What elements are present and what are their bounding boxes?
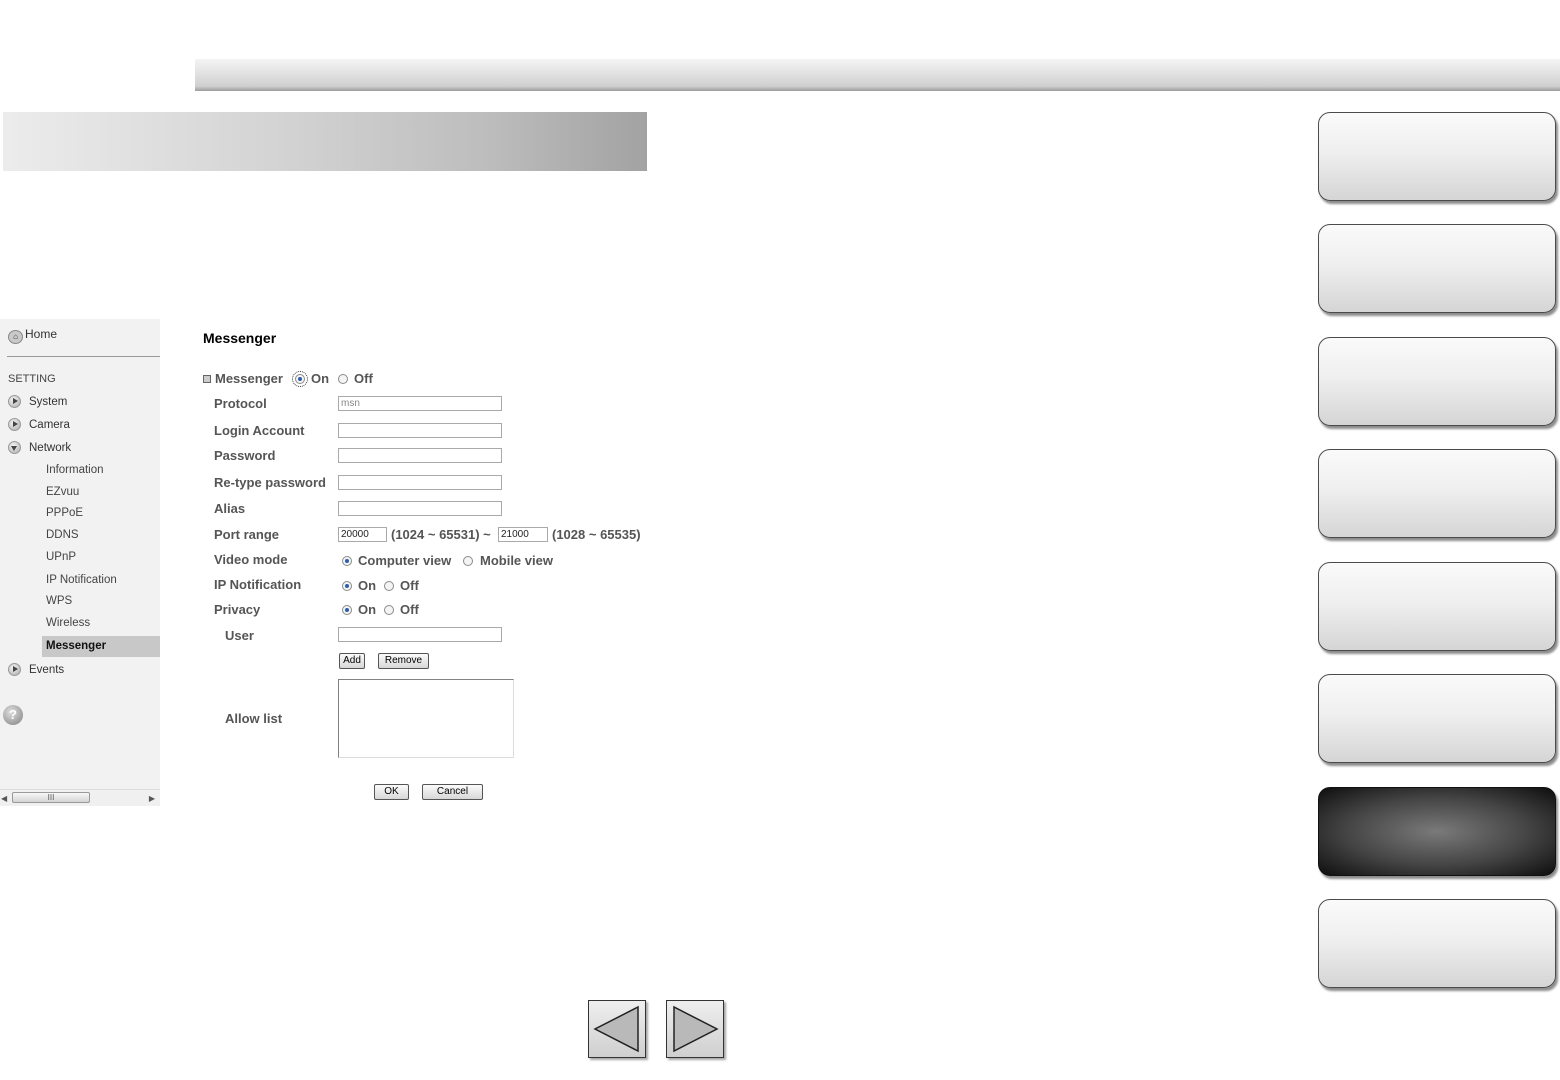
login-account-label: Login Account	[214, 423, 305, 438]
side-tab-5[interactable]	[1318, 562, 1556, 651]
protocol-field[interactable]: msn	[338, 396, 502, 411]
home-icon: ⌂	[8, 330, 23, 344]
nav-item-camera[interactable]: Camera	[8, 418, 70, 431]
nav-home-label: Home	[25, 327, 58, 341]
nav-item-label: Network	[29, 442, 72, 454]
port-to-range-hint: (1028 ~ 65535)	[552, 527, 641, 542]
ip-notification-on-label: On	[358, 578, 377, 593]
side-tab-4[interactable]	[1318, 449, 1556, 538]
video-mode-label: Video mode	[214, 552, 288, 567]
right-triangle-icon	[673, 1005, 719, 1053]
add-button[interactable]: Add	[339, 653, 365, 669]
nav-item-events[interactable]: Events	[8, 663, 64, 676]
expand-arrow-icon	[8, 395, 21, 408]
protocol-label: Protocol	[214, 396, 267, 411]
nav-sub-wireless[interactable]: Wireless	[42, 613, 160, 634]
alias-field[interactable]	[338, 501, 502, 516]
computer-view-radio[interactable]	[342, 556, 352, 566]
ok-button[interactable]: OK	[374, 784, 409, 800]
nav-item-system[interactable]: System	[8, 395, 67, 408]
settings-nav: ⌂ Home SETTING System Camera Network Info…	[0, 319, 160, 806]
scroll-right-icon[interactable]: ▶	[149, 794, 155, 803]
side-tab-3[interactable]	[1318, 337, 1556, 426]
side-tab-7-active[interactable]	[1318, 787, 1556, 876]
cancel-button[interactable]: Cancel	[422, 784, 483, 800]
expand-arrow-icon	[8, 418, 21, 431]
nav-divider	[7, 356, 160, 357]
remove-button[interactable]: Remove	[378, 653, 429, 669]
mobile-view-radio[interactable]	[463, 556, 473, 566]
privacy-on-label: On	[358, 602, 377, 617]
messenger-on-radio[interactable]	[292, 371, 308, 387]
login-account-field[interactable]	[338, 423, 502, 438]
nav-sub-ddns[interactable]: DDNS	[42, 525, 160, 546]
privacy-off-radio[interactable]	[384, 605, 394, 615]
mobile-view-label: Mobile view	[480, 553, 553, 568]
retype-password-label: Re-type password	[214, 475, 326, 490]
nav-item-label: System	[29, 396, 68, 408]
previous-page-button[interactable]	[588, 1000, 646, 1058]
ip-notification-on-radio[interactable]	[342, 581, 352, 591]
privacy-label: Privacy	[214, 602, 261, 617]
port-to-field[interactable]: 21000	[498, 527, 548, 542]
user-field[interactable]	[338, 627, 502, 642]
port-from-range-hint: (1024 ~ 65531) ~	[391, 527, 491, 542]
messenger-on-label: On	[311, 371, 330, 386]
nav-sub-ip-notification[interactable]: IP Notification	[42, 570, 160, 591]
ip-notification-off-radio[interactable]	[384, 581, 394, 591]
section-square-icon	[203, 375, 211, 383]
expand-arrow-icon	[8, 663, 21, 676]
ip-notification-label: IP Notification	[214, 577, 302, 592]
nav-item-label: Camera	[29, 419, 70, 431]
nav-sub-information[interactable]: Information	[42, 460, 160, 481]
scroll-thumb[interactable]: III	[12, 792, 90, 803]
help-icon[interactable]: ?	[3, 705, 23, 725]
password-field[interactable]	[338, 448, 502, 463]
page-title: Messenger	[203, 330, 277, 346]
password-label: Password	[214, 448, 276, 463]
nav-sub-messenger[interactable]: Messenger	[42, 636, 160, 657]
collapse-arrow-icon	[8, 441, 21, 454]
side-tab-8[interactable]	[1318, 899, 1556, 988]
ip-notification-off-label: Off	[400, 578, 419, 593]
messenger-label: Messenger	[215, 371, 283, 386]
nav-sub-ezvuu[interactable]: EZvuu	[42, 482, 160, 503]
nav-home[interactable]: ⌂ Home	[8, 327, 57, 344]
port-range-label: Port range	[214, 527, 280, 542]
next-page-button[interactable]	[666, 1000, 724, 1058]
nav-section-setting: SETTING	[8, 373, 56, 385]
nav-sub-upnp[interactable]: UPnP	[42, 547, 160, 568]
nav-item-label: Events	[29, 664, 65, 676]
alias-label: Alias	[214, 501, 246, 516]
left-triangle-icon	[593, 1005, 639, 1053]
scroll-left-icon[interactable]: ◀	[1, 794, 7, 803]
title-banner	[3, 112, 647, 171]
allow-list-label: Allow list	[225, 711, 283, 726]
messenger-off-radio[interactable]	[338, 374, 348, 384]
messenger-off-label: Off	[354, 371, 373, 386]
privacy-on-radio[interactable]	[342, 605, 352, 615]
privacy-off-label: Off	[400, 602, 419, 617]
header-bar	[195, 59, 1560, 91]
horizontal-scrollbar[interactable]: ◀ III ▶	[0, 789, 160, 806]
side-tab-6[interactable]	[1318, 674, 1556, 763]
computer-view-label: Computer view	[358, 553, 452, 568]
user-label: User	[225, 628, 254, 643]
port-from-field[interactable]: 20000	[338, 527, 387, 542]
nav-sub-pppoe[interactable]: PPPoE	[42, 503, 160, 524]
side-tab-2[interactable]	[1318, 224, 1556, 313]
nav-item-network[interactable]: Network	[8, 441, 71, 454]
retype-password-field[interactable]	[338, 475, 502, 490]
allow-list-box[interactable]	[338, 679, 514, 758]
side-tab-1[interactable]	[1318, 112, 1556, 201]
nav-sub-wps[interactable]: WPS	[42, 591, 160, 612]
